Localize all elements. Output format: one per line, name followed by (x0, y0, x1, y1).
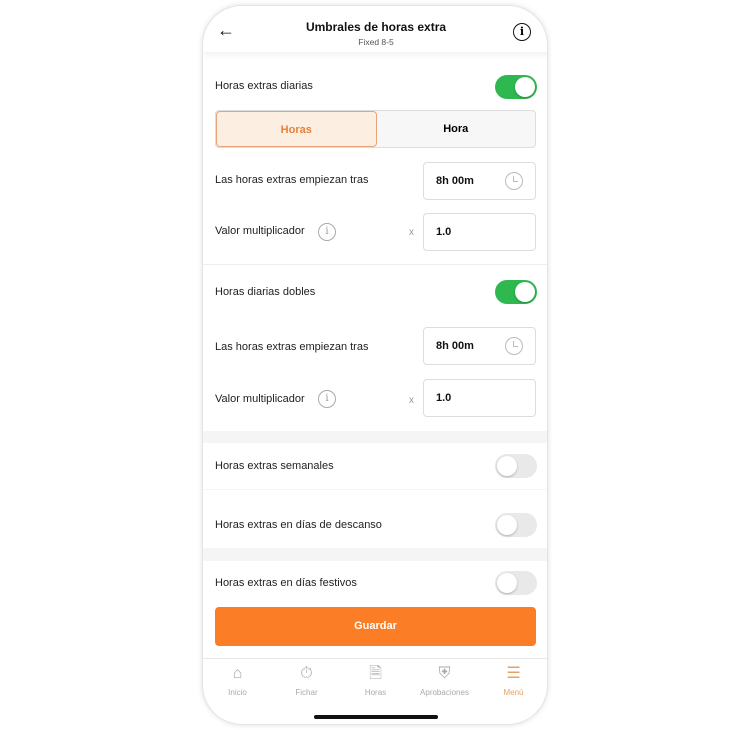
multiplier-prefix: x (409, 227, 414, 238)
multiplier-prefix: x (409, 395, 414, 406)
daily-overtime-section: Horas extras diarias Horas Hora Las hora… (203, 52, 547, 265)
weekly-overtime-label: Horas extras semanales (215, 460, 334, 472)
nav-label: Horas (364, 688, 387, 697)
nav-item-horas[interactable]: 🗎 Horas (341, 664, 410, 697)
nav-item-fichar[interactable]: ⏱ Fichar (272, 664, 341, 697)
start-after-label: Las horas extras empiezan tras (215, 341, 369, 353)
info-icon[interactable]: i (318, 223, 336, 241)
phone-frame: ← Umbrales de horas extra Fixed 8-5 i Ho… (202, 5, 548, 725)
timesheet-icon: 🗎 (369, 665, 382, 682)
start-after-input[interactable]: 8h 00m (423, 327, 536, 365)
weekly-overtime-row: Horas extras semanales (203, 443, 547, 489)
multiplier-input[interactable]: 1.0 (423, 379, 536, 417)
daily-overtime-toggle[interactable] (495, 75, 537, 99)
nav-item-menu[interactable]: ☰ Menú (479, 664, 547, 697)
segment-hora[interactable]: Hora (377, 111, 536, 147)
shield-check-icon: ⛨ (438, 665, 451, 682)
page-title: Umbrales de horas extra (305, 20, 447, 34)
unit-segmented-control[interactable]: Horas Hora (215, 110, 536, 148)
header: ← Umbrales de horas extra Fixed 8-5 i (203, 6, 547, 52)
nav-label: Inicio (228, 688, 247, 697)
multiplier-input[interactable]: 1.0 (423, 213, 536, 251)
nav-label: Fichar (295, 688, 318, 697)
nav-item-inicio[interactable]: ⌂ Inicio (203, 664, 272, 697)
start-after-value: 8h 00m (436, 340, 474, 352)
restdays-overtime-toggle[interactable] (495, 513, 537, 537)
nav-label: Aprobaciones (420, 688, 469, 697)
stopwatch-icon: ⏱ (300, 665, 313, 682)
holidays-overtime-toggle[interactable] (495, 571, 537, 595)
double-hours-section: Horas diarias dobles Las horas extras em… (203, 265, 547, 431)
double-hours-label: Horas diarias dobles (215, 286, 316, 298)
start-after-label: Las horas extras empiezan tras (215, 174, 369, 186)
start-after-value: 8h 00m (436, 175, 474, 187)
clock-icon[interactable] (505, 172, 523, 190)
weekly-overtime-toggle[interactable] (495, 454, 537, 478)
restdays-overtime-label: Horas extras en días de descanso (215, 519, 382, 531)
home-icon: ⌂ (232, 665, 243, 682)
multiplier-label: Valor multiplicador (215, 225, 305, 237)
holidays-overtime-label: Horas extras en días festivos (215, 577, 357, 589)
clock-icon[interactable] (505, 337, 523, 355)
double-hours-toggle[interactable] (495, 280, 537, 304)
nav-item-aprobaciones[interactable]: ⛨ Aprobaciones (410, 664, 479, 697)
info-icon[interactable]: i (318, 390, 336, 408)
start-after-input[interactable]: 8h 00m (423, 162, 536, 200)
info-icon[interactable]: i (513, 23, 531, 41)
home-indicator (314, 715, 438, 719)
settings-content: Horas extras diarias Horas Hora Las hora… (203, 52, 547, 597)
menu-icon: ☰ (506, 665, 521, 682)
holidays-overtime-row: Horas extras en días festivos (203, 561, 547, 597)
nav-divider (203, 658, 547, 659)
restdays-overtime-row: Horas extras en días de descanso (203, 490, 547, 548)
page-subtitle: Fixed 8-5 (358, 37, 394, 47)
daily-overtime-label: Horas extras diarias (215, 80, 313, 92)
nav-label: Menú (503, 688, 524, 697)
save-button[interactable]: Guardar (215, 607, 536, 646)
multiplier-label: Valor multiplicador (215, 393, 305, 405)
segment-horas[interactable]: Horas (216, 111, 377, 147)
